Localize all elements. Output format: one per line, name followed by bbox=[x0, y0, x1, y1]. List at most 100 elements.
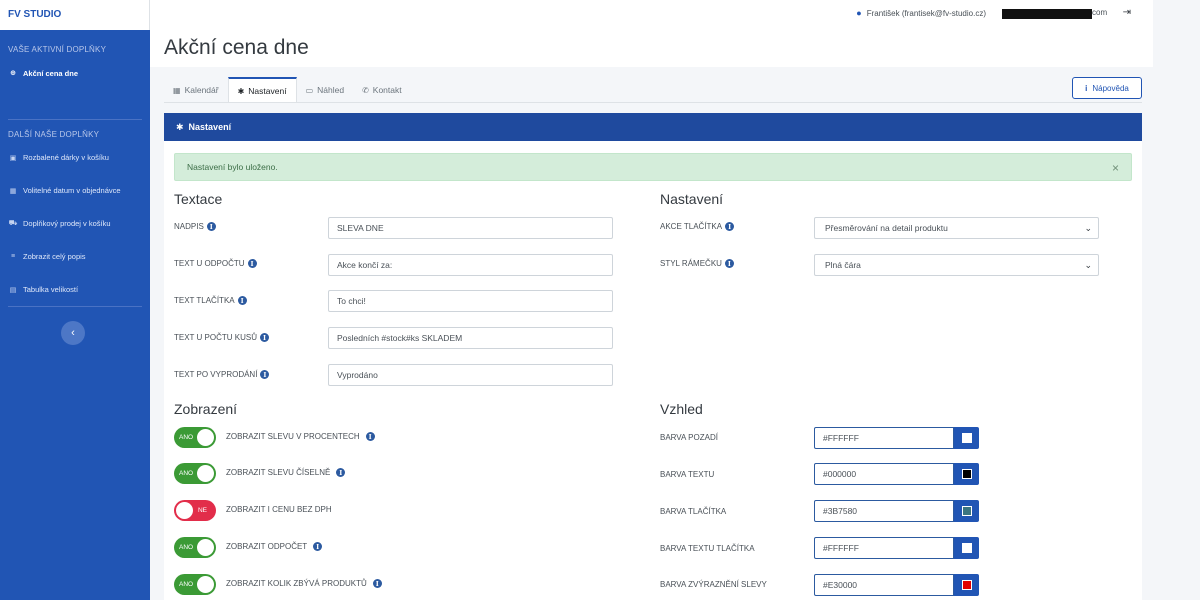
text-tlacitka-input[interactable]: To chci! bbox=[328, 290, 613, 312]
sidebar-item-rozbalene-darky[interactable]: ▣ Rozbalené dárky v košíku bbox=[0, 141, 150, 174]
field-label: TEXT TLAČÍTKA bbox=[174, 296, 235, 305]
tab-nahled[interactable]: ▭ Náhled bbox=[297, 77, 354, 103]
label-cenu-bez-dph: ZOBRAZIT I CENU BEZ DPH bbox=[226, 505, 332, 514]
field-label: NADPIS bbox=[174, 222, 204, 231]
toggle-knob bbox=[197, 465, 214, 482]
info-icon[interactable]: i bbox=[206, 222, 216, 231]
section-title-textace: Textace bbox=[174, 191, 223, 207]
barva-textu-tlacitka-input[interactable]: #FFFFFF bbox=[814, 537, 954, 559]
user-menu[interactable]: ● František (frantisek@fv-studio.cz) bbox=[856, 8, 986, 18]
color-swatch bbox=[961, 433, 972, 443]
text-u-odpoctu-input[interactable]: Akce končí za: bbox=[328, 254, 613, 276]
sidebar-item-doplnkovy-prodej[interactable]: ⛟ Doplňkový prodej v košíku bbox=[0, 207, 150, 240]
table-icon: ▤ bbox=[9, 286, 17, 294]
akce-tlacitka-select[interactable]: Přesměrování na detail produktu ⌄ bbox=[814, 217, 1099, 239]
info-icon[interactable]: i bbox=[336, 468, 346, 477]
info-icon[interactable]: i bbox=[260, 370, 270, 379]
sidebar-item-label: Doplňkový prodej v košíku bbox=[23, 219, 111, 228]
cart-icon: ⛟ bbox=[8, 220, 18, 227]
brand-logo[interactable]: FV STUDIO bbox=[0, 0, 150, 30]
field-label: AKCE TLAČÍTKA bbox=[660, 222, 723, 231]
toggle-knob bbox=[197, 539, 214, 556]
gear-icon: ✱ bbox=[237, 86, 245, 96]
field-label: STYL RÁMEČKU bbox=[660, 259, 722, 268]
tab-nastaveni[interactable]: ✱ Nastavení bbox=[227, 77, 297, 103]
sidebar-item-label: Volitelné datum v objednávce bbox=[23, 186, 121, 195]
toggle-label: ZOBRAZIT SLEVU V PROCENTECH bbox=[226, 432, 360, 441]
calendar-icon: ▦ bbox=[173, 85, 181, 95]
label-text-po-vyprodani: TEXT PO VYPRODÁNÍ i bbox=[174, 370, 270, 379]
card-header: ✱ Nastavení bbox=[164, 113, 1142, 141]
toggle-slevu-ciselne[interactable]: ANO bbox=[174, 463, 216, 484]
plus-circle-icon: ⊕ bbox=[10, 70, 16, 77]
text-icon: ≡ bbox=[10, 253, 16, 260]
label-text-tlacitka: TEXT TLAČÍTKA i bbox=[174, 296, 247, 305]
sidebar-item-zobrazit-popis[interactable]: ≡ Zobrazit celý popis bbox=[0, 240, 150, 273]
info-icon[interactable]: i bbox=[237, 296, 247, 305]
gear-icon: ✱ bbox=[176, 121, 184, 132]
toggle-cenu-bez-dph[interactable]: NE bbox=[174, 500, 216, 521]
info-icon: i bbox=[1085, 83, 1088, 93]
tab-label: Náhled bbox=[317, 85, 345, 95]
color-swatch bbox=[961, 580, 972, 590]
info-icon[interactable]: i bbox=[725, 222, 735, 231]
field-label: TEXT U ODPOČTU bbox=[174, 259, 245, 268]
close-icon[interactable]: × bbox=[1112, 161, 1119, 175]
info-icon[interactable]: i bbox=[313, 542, 323, 551]
barva-zvyrazneni-slevy-input[interactable]: #E30000 bbox=[814, 574, 954, 596]
barva-tlacitka-picker[interactable] bbox=[954, 500, 979, 522]
select-value: Přesměrování na detail produktu bbox=[825, 223, 948, 233]
toggle-knob bbox=[197, 576, 214, 593]
label-styl-ramecku: STYL RÁMEČKU i bbox=[660, 259, 734, 268]
chevron-down-icon: ⌄ bbox=[1084, 260, 1092, 270]
tab-kalendar[interactable]: ▦ Kalendář bbox=[164, 77, 228, 103]
text-u-poctu-kusu-input[interactable]: Posledních #stock#ks SKLADEM bbox=[328, 327, 613, 349]
field-label: TEXT U POČTU KUSŮ bbox=[174, 333, 257, 342]
sidebar-item-tabulka-velikosti[interactable]: ▤ Tabulka velikostí bbox=[0, 273, 150, 306]
field-label: TEXT PO VYPRODÁNÍ bbox=[174, 370, 258, 379]
toggle-slevu-v-procentech[interactable]: ANO bbox=[174, 427, 216, 448]
page-title: Akční cena dne bbox=[164, 36, 309, 59]
toggle-state: ANO bbox=[179, 544, 194, 551]
other-addons-heading: DALŠÍ NAŠE DOPLŇKY bbox=[8, 130, 100, 139]
sidebar-item-akcni-cena-dne[interactable]: ⊕ Akční cena dne bbox=[0, 63, 150, 83]
barva-pozadi-picker[interactable] bbox=[954, 427, 979, 449]
barva-zvyrazneni-slevy-picker[interactable] bbox=[954, 574, 979, 596]
color-swatch bbox=[961, 543, 972, 553]
sidebar-collapse-button[interactable]: ‹ bbox=[61, 321, 85, 345]
label-akce-tlacitka: AKCE TLAČÍTKA i bbox=[660, 222, 735, 231]
barva-tlacitka-input[interactable]: #3B7580 bbox=[814, 500, 954, 522]
sidebar: FV STUDIO VAŠE AKTIVNÍ DOPLŇKY ⊕ Akční c… bbox=[0, 0, 150, 600]
info-icon[interactable]: i bbox=[724, 259, 734, 268]
barva-textu-tlacitka-picker[interactable] bbox=[954, 537, 979, 559]
sidebar-item-volitelne-datum[interactable]: ▦ Volitelné datum v objednávce bbox=[0, 174, 150, 207]
sidebar-item-label: Zobrazit celý popis bbox=[23, 252, 86, 261]
logout-icon[interactable]: ⇥ bbox=[1123, 7, 1131, 18]
toggle-kolik-zbyva-produktu[interactable]: ANO bbox=[174, 574, 216, 595]
chevron-down-icon: ⌄ bbox=[1084, 223, 1092, 233]
styl-ramecku-select[interactable]: Plná čára ⌄ bbox=[814, 254, 1099, 276]
help-label: Nápověda bbox=[1092, 83, 1129, 93]
barva-textu-picker[interactable] bbox=[954, 463, 979, 485]
label-odpocet: ZOBRAZIT ODPOČET i bbox=[226, 542, 323, 551]
nadpis-input[interactable]: SLEVA DNE bbox=[328, 217, 613, 239]
label-text-u-odpoctu: TEXT U ODPOČTU i bbox=[174, 259, 257, 268]
info-icon[interactable]: i bbox=[247, 259, 257, 268]
color-swatch bbox=[961, 469, 972, 479]
section-title-nastaveni: Nastavení bbox=[660, 191, 724, 207]
info-icon[interactable]: i bbox=[365, 432, 375, 441]
barva-pozadi-input[interactable]: #FFFFFF bbox=[814, 427, 954, 449]
success-alert: Nastavení bylo uloženo. × bbox=[174, 153, 1132, 181]
info-icon[interactable]: i bbox=[259, 333, 269, 342]
section-title-vzhled: Vzhled bbox=[660, 401, 703, 417]
info-icon[interactable]: i bbox=[372, 579, 382, 588]
toggle-odpocet[interactable]: ANO bbox=[174, 537, 216, 558]
tab-kontakt[interactable]: ✆ Kontakt bbox=[353, 77, 411, 103]
label-text-u-poctu-kusu: TEXT U POČTU KUSŮ i bbox=[174, 333, 269, 342]
help-button[interactable]: i Nápověda bbox=[1072, 77, 1142, 99]
barva-textu-input[interactable]: #000000 bbox=[814, 463, 954, 485]
gift-icon: ▣ bbox=[9, 154, 17, 162]
text-po-vyprodani-input[interactable]: Vyprodáno bbox=[328, 364, 613, 386]
toggle-knob bbox=[197, 429, 214, 446]
title-band: Akční cena dne bbox=[150, 30, 1153, 67]
